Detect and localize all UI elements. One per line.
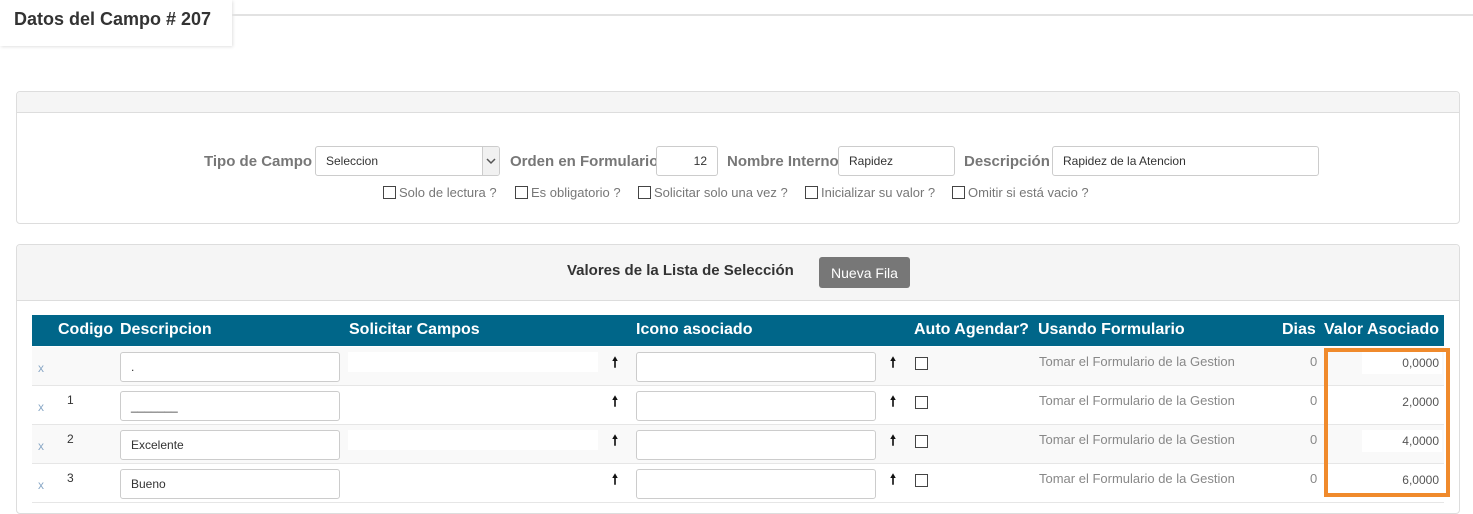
checkbox-box[interactable] [515,186,528,199]
row-formulario: Tomar el Formulario de la Gestion [1039,432,1235,447]
row-codigo: 2 [67,432,74,446]
row-formulario: Tomar el Formulario de la Gestion [1039,471,1235,486]
auto-agendar-checkbox[interactable] [915,396,928,409]
up-arrow-icon[interactable]: 🠕 [612,469,618,493]
row-descripcion-input[interactable]: _______ [120,391,340,421]
checkbox-label: Omitir si está vacio ? [968,185,1089,200]
row-solicitar-field[interactable] [348,352,598,372]
checkbox-label: Solo de lectura ? [399,185,497,200]
checkbox-label: Inicializar su valor ? [821,185,936,200]
table-row: x . 🠕 🠕 Tomar el Formulario de la Gestio… [32,347,1444,386]
selection-list-header: Valores de la Lista de Selección Nueva F… [17,245,1459,301]
row-codigo: 3 [67,471,74,485]
checkbox-label: Solicitar solo una vez ? [654,185,788,200]
up-arrow-icon[interactable]: 🠕 [890,469,896,493]
omitir-vacio-checkbox[interactable]: Omitir si está vacio ? [952,185,1089,200]
delete-row-icon[interactable]: x [38,361,44,375]
row-codigo: 1 [67,393,74,407]
col-auto-agendar: Auto Agendar? [914,321,1029,338]
col-icono: Icono asociado [636,321,753,338]
row-formulario: Tomar el Formulario de la Gestion [1039,393,1235,408]
table-row: x 2 Excelente 🠕 🠕 Tomar el Formulario de… [32,425,1444,464]
auto-agendar-checkbox[interactable] [915,474,928,487]
row-valor-input[interactable]: 4,0000 [1362,430,1442,452]
tipo-campo-select[interactable]: Seleccion [315,146,500,176]
nombre-interno-input[interactable]: Rapidez [838,146,955,176]
chevron-down-icon [482,147,499,175]
col-usando-formulario: Usando Formulario [1038,321,1185,338]
col-valor: Valor Asociado [1324,321,1439,338]
tipo-campo-value: Seleccion [326,154,379,168]
descripcion-input[interactable]: Rapidez de la Atencion [1052,146,1319,176]
nombre-interno-label: Nombre Interno [727,153,839,170]
delete-row-icon[interactable]: x [38,400,44,414]
row-dias: 0 [1310,354,1318,369]
delete-row-icon[interactable]: x [38,478,44,492]
selection-list-title: Valores de la Lista de Selección [567,262,794,279]
row-icono-input[interactable] [636,469,876,499]
row-dias: 0 [1310,393,1318,408]
col-solicitar: Solicitar Campos [349,321,480,338]
orden-input[interactable]: 12 [656,146,718,176]
table-row: x 3 Bueno 🠕 🠕 Tomar el Formulario de la … [32,464,1444,503]
row-descripcion-input[interactable]: Bueno [120,469,340,499]
row-solicitar-field[interactable] [348,430,598,450]
auto-agendar-checkbox[interactable] [915,435,928,448]
row-icono-input[interactable] [636,430,876,460]
up-arrow-icon[interactable]: 🠕 [890,391,896,415]
row-descripcion-input[interactable]: Excelente [120,430,340,460]
row-descripcion-input[interactable]: . [120,352,340,382]
up-arrow-icon[interactable]: 🠕 [612,391,618,415]
row-formulario: Tomar el Formulario de la Gestion [1039,354,1235,369]
up-arrow-icon[interactable]: 🠕 [890,352,896,376]
checkbox-box[interactable] [805,186,818,199]
new-row-button[interactable]: Nueva Fila [819,257,910,288]
solicitar-una-vez-checkbox[interactable]: Solicitar solo una vez ? [638,185,788,200]
solo-lectura-checkbox[interactable]: Solo de lectura ? [383,185,497,200]
descripcion-label: Descripción [964,153,1050,170]
obligatorio-checkbox[interactable]: Es obligatorio ? [515,185,621,200]
row-dias: 0 [1310,432,1318,447]
row-icono-input[interactable] [636,352,876,382]
title-divider [232,14,1473,16]
row-icono-input[interactable] [636,391,876,421]
auto-agendar-checkbox[interactable] [915,357,928,370]
checkbox-label: Es obligatorio ? [531,185,621,200]
col-descripcion: Descripcion [120,321,212,338]
row-valor-input[interactable]: 2,0000 [1362,391,1442,413]
col-dias: Dias [1282,321,1316,338]
col-codigo: Codigo [58,321,114,338]
row-valor-input[interactable]: 6,0000 [1362,469,1442,491]
field-panel-header [17,92,1459,113]
up-arrow-icon[interactable]: 🠕 [612,430,618,454]
table-row: x 1 _______ 🠕 🠕 Tomar el Formulario de l… [32,386,1444,425]
page-title: Datos del Campo # 207 [0,0,232,46]
orden-label: Orden en Formulario [510,153,659,170]
table-header: Codigo Descripcion Solicitar Campos Icon… [32,315,1444,346]
tipo-campo-label: Tipo de Campo [204,153,313,170]
up-arrow-icon[interactable]: 🠕 [612,352,618,376]
row-dias: 0 [1310,471,1318,486]
checkbox-box[interactable] [952,186,965,199]
checkbox-box[interactable] [638,186,651,199]
inicializar-checkbox[interactable]: Inicializar su valor ? [805,185,935,200]
up-arrow-icon[interactable]: 🠕 [890,430,896,454]
delete-row-icon[interactable]: x [38,439,44,453]
checkbox-box[interactable] [383,186,396,199]
row-valor-input[interactable]: 0,0000 [1362,352,1442,374]
